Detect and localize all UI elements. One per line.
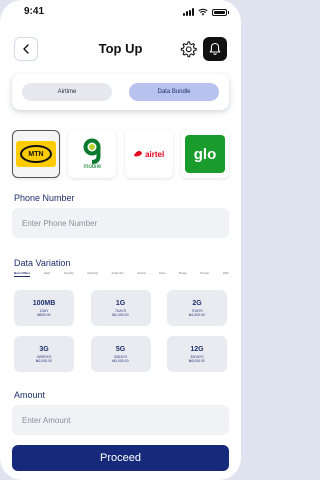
plan-card[interactable]: 100MB 1DAY ₦500.00 (14, 290, 74, 326)
status-time: 9:41 (24, 6, 45, 17)
plan-card[interactable]: 5G 30DAYS ₦3,000.00 (90, 336, 151, 372)
plan-price: ₦2,000.00 (35, 358, 53, 363)
phone-number-input[interactable] (22, 218, 219, 228)
gear-icon[interactable] (179, 40, 197, 58)
amount-label: Amount (14, 390, 46, 400)
dv-tab-wifi[interactable]: WiFi (223, 271, 229, 277)
plan-price: ₦1,500.00 (188, 312, 206, 317)
plan-size: 100MB (32, 299, 56, 307)
airtime-tab[interactable]: Airtime (22, 83, 112, 101)
wifi-icon (198, 8, 208, 16)
network-airtel[interactable]: airtel (124, 130, 173, 178)
plan-price: ₦3,000.00 (112, 358, 129, 363)
airtel-logo: airtel (133, 150, 164, 159)
mtn-logo: MTN (16, 141, 56, 167)
plan-size: 2G (192, 299, 202, 307)
data-bundle-tab[interactable]: Data Bundle (129, 83, 219, 101)
dv-tab-best-offers[interactable]: Best Offers (14, 271, 31, 277)
network-selector: MTN mobile airtel glo (12, 130, 229, 178)
glo-logo: glo (184, 135, 225, 173)
bell-icon (209, 42, 221, 55)
network-glo[interactable]: glo (180, 130, 229, 178)
amount-field[interactable] (12, 405, 229, 435)
network-9mobile[interactable]: mobile (68, 130, 117, 178)
dv-tab-binge[interactable]: Binge (179, 271, 187, 277)
nine-glyph-icon (83, 138, 101, 164)
top-up-screen: 9:41 Top Up Airtime Data Bundle MTN mobi… (0, 0, 241, 480)
battery-icon (212, 8, 229, 16)
notification-button[interactable] (203, 37, 227, 61)
dv-tab-weekly[interactable]: Weekly (64, 271, 74, 277)
proceed-button[interactable]: Proceed (12, 445, 229, 471)
data-plans-grid: 100MB 1DAY ₦500.00 1G 7DAYS ₦1,000.00 2G… (14, 290, 227, 372)
9mobile-logo: mobile (72, 134, 112, 174)
top-up-type-toggle: Airtime Data Bundle (12, 74, 229, 110)
plan-size: 12G (190, 345, 204, 353)
dv-tab-monthly[interactable]: Monthly (87, 271, 98, 277)
plan-card[interactable]: 3G 2WEEKS ₦2,000.00 (14, 336, 74, 372)
dv-tab-social[interactable]: Social (137, 271, 145, 277)
plan-price: ₦5,000.00 (188, 358, 206, 363)
airtel-swirl-icon (134, 151, 143, 157)
data-variation-tabs: Best Offers Daily Weekly Monthly 3 Month… (14, 271, 229, 277)
plan-price: ₦500.00 (37, 312, 51, 317)
plan-card[interactable]: 1G 7DAYS ₦1,000.00 (90, 290, 151, 326)
dv-tab-router[interactable]: Router (200, 271, 209, 277)
network-mtn[interactable]: MTN (12, 130, 60, 178)
plan-card[interactable]: 2G 7DAYS ₦1,500.00 (167, 290, 227, 326)
plan-size: 5G (115, 345, 126, 353)
top-bar: Top Up (14, 34, 227, 64)
data-variation-title: Data Variation (14, 258, 71, 268)
status-icons (183, 8, 229, 16)
dv-tab-flexi[interactable]: Flexi (159, 271, 165, 277)
phone-number-label: Phone Number (14, 193, 75, 203)
phone-number-field[interactable] (12, 208, 229, 238)
signal-icon (183, 8, 194, 16)
plan-size: 3G (39, 345, 49, 353)
plan-size: 1G (115, 299, 126, 307)
status-bar: 9:41 (0, 0, 241, 26)
plan-price: ₦1,000.00 (112, 312, 129, 317)
dv-tab-daily[interactable]: Daily (44, 271, 51, 277)
dv-tab-3-months[interactable]: 3 Months (111, 271, 123, 277)
amount-input[interactable] (22, 415, 219, 425)
plan-card[interactable]: 12G 30DAYS ₦5,000.00 (167, 336, 227, 372)
